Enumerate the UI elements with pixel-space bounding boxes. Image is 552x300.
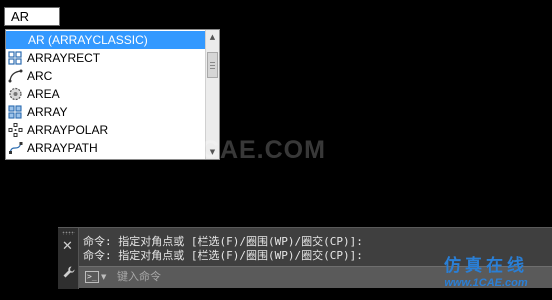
chevron-down-icon[interactable]: ▼ xyxy=(101,273,106,281)
autocomplete-item-label: AREA xyxy=(27,87,60,101)
autocomplete-item-label: ARRAYPOLAR xyxy=(27,123,109,137)
autocomplete-item-label: ARC xyxy=(27,69,53,83)
drag-grip-icon[interactable] xyxy=(62,231,75,235)
array-path-icon xyxy=(8,141,23,155)
array-polar-icon xyxy=(8,123,23,137)
command-input-value: AR xyxy=(11,9,30,24)
command-autocomplete-input[interactable]: AR xyxy=(4,7,60,26)
command-history-line: 命令: 指定对角点或 [栏选(F)/圈围(WP)/圈交(CP)]: xyxy=(83,235,363,248)
autocomplete-item-area[interactable]: AREA xyxy=(6,85,205,103)
scroll-up-icon[interactable]: ▲ xyxy=(207,31,218,43)
autocomplete-item-arraypath[interactable]: ARRAYPATH xyxy=(6,139,205,157)
area-icon xyxy=(8,87,23,101)
autocomplete-item-label: ARRAYRECT xyxy=(27,51,101,65)
autocomplete-item-label: ARRAY xyxy=(27,105,68,119)
autocomplete-item-label: ARRAYPATH xyxy=(27,141,98,155)
autocomplete-item-arraypolar[interactable]: ARRAYPOLAR xyxy=(6,121,205,139)
brand-url: www.1CAE.com xyxy=(444,277,528,289)
brand-name: 仿真在线 xyxy=(444,256,528,276)
wrench-icon[interactable] xyxy=(62,264,76,278)
arc-icon xyxy=(8,69,23,83)
site-logo: 仿真在线 www.1CAE.com xyxy=(426,256,546,294)
command-input-placeholder: 键入命令 xyxy=(117,270,161,283)
command-history-line: 命令: 指定对角点或 [栏选(F)/圈围(WP)/圈交(CP)]: xyxy=(83,249,363,262)
scrollbar-thumb[interactable] xyxy=(207,52,218,78)
autocomplete-item-array[interactable]: ARRAY xyxy=(6,103,205,121)
array-rect-icon xyxy=(8,51,23,65)
autocomplete-item-arc[interactable]: ARC xyxy=(6,67,205,85)
autocomplete-item-arrayrect[interactable]: ARRAYRECT xyxy=(6,49,205,67)
array-icon xyxy=(8,105,23,119)
close-icon[interactable]: ✕ xyxy=(62,240,73,254)
autocomplete-item-label: AR (ARRAYCLASSIC) xyxy=(28,33,148,47)
command-panel-handle[interactable]: ✕ xyxy=(58,228,79,289)
autocomplete-item-ar-arrayclassic[interactable]: AR (ARRAYCLASSIC) xyxy=(6,31,205,49)
command-prompt-icon[interactable]: >_ xyxy=(85,271,99,283)
watermark: 1CAE.COM xyxy=(186,136,326,164)
